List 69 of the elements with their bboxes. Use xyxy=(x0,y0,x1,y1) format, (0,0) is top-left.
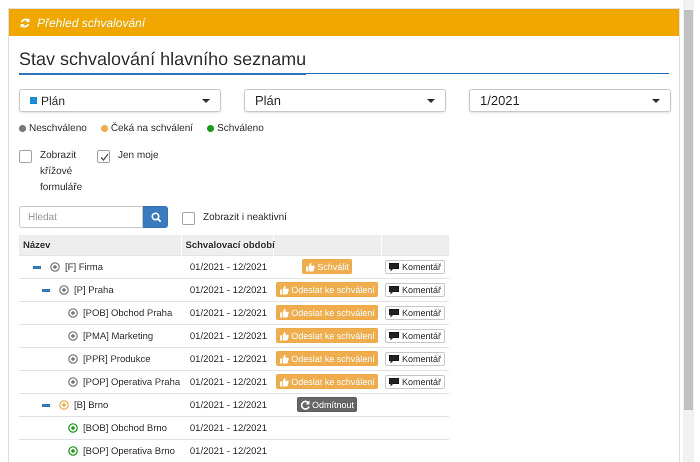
table-cell: 01/2021 - 12/2021 xyxy=(181,256,273,278)
thumbs-up-icon xyxy=(305,262,316,272)
table-cell: 01/2021 - 12/2021 xyxy=(181,278,273,302)
dropdown[interactable]: Plán xyxy=(19,89,221,112)
search-button[interactable] xyxy=(143,206,168,228)
node-name[interactable]: [P] Praha xyxy=(74,284,114,296)
node-name[interactable]: [F] Firma xyxy=(65,262,103,272)
thumbs-up-icon xyxy=(279,308,290,318)
speech-bubble-icon xyxy=(388,330,399,340)
node-name[interactable]: [PPR] Produkce xyxy=(83,354,151,364)
table-cell: 01/2021 - 12/2021 xyxy=(181,416,273,440)
comment-button[interactable]: Komentář xyxy=(384,282,446,296)
collapse-icon[interactable] xyxy=(42,288,50,292)
scrollbar[interactable] xyxy=(683,0,694,462)
table-cell: 01/2021 - 12/2021 xyxy=(181,302,273,324)
node-name[interactable]: [POB] Obchod Praha xyxy=(83,308,172,318)
caret-icon xyxy=(427,98,435,102)
checkbox[interactable] xyxy=(182,212,195,224)
collapse-icon[interactable] xyxy=(33,266,41,268)
speech-bubble-icon xyxy=(388,284,399,294)
refresh-icon xyxy=(300,400,310,410)
comment-button[interactable]: Komentář xyxy=(384,260,446,274)
legend-label: Čeká na schválení xyxy=(110,123,194,134)
checkbox[interactable] xyxy=(19,150,32,163)
caret-icon xyxy=(652,98,660,102)
dropdown-value: Plán xyxy=(255,93,282,108)
dropdown[interactable]: 1/2021 xyxy=(469,89,671,112)
dropdown-value: 1/2021 xyxy=(480,93,520,108)
search-icon xyxy=(150,212,160,222)
node-name[interactable]: [POP] Operativa Praha xyxy=(83,376,180,388)
checkbox[interactable] xyxy=(97,150,110,163)
refresh-icon xyxy=(19,16,31,28)
dropdown-value: Plán xyxy=(41,94,66,108)
checkbox-label: Zobrazit i neaktivní xyxy=(203,212,287,222)
thumbs-up-icon xyxy=(279,284,290,295)
speech-bubble-icon xyxy=(388,262,399,272)
page-heading: Stav schvalování hlavního seznamu xyxy=(19,48,306,75)
node-name[interactable]: [B] Brno xyxy=(74,400,108,410)
table-cell: 01/2021 - 12/2021 xyxy=(181,370,273,394)
node-name[interactable]: [BOP] Operativa Brno xyxy=(83,446,175,456)
table-cell: 01/2021 - 12/2021 xyxy=(181,324,273,348)
checkbox-label: Zobrazit křížové formuláře xyxy=(40,149,84,195)
thumbs-up-icon xyxy=(279,376,290,387)
comment-button[interactable]: Komentář xyxy=(384,374,446,388)
node-name[interactable]: [BOB] Obchod Brno xyxy=(83,422,167,434)
comment-button[interactable]: Komentář xyxy=(384,352,446,366)
reject-button[interactable]: Odmítnout xyxy=(296,397,358,412)
column-header: Schvalovací období xyxy=(181,235,273,256)
table-cell: 01/2021 - 12/2021 xyxy=(181,440,273,462)
legend-label: Neschváleno xyxy=(29,123,87,134)
thumbs-up-icon xyxy=(279,330,290,341)
comment-button[interactable]: Komentář xyxy=(384,328,446,342)
speech-bubble-icon xyxy=(388,308,399,318)
checkbox-label: Jen moje xyxy=(118,149,159,163)
caret-icon xyxy=(202,98,210,102)
table-cell: 01/2021 - 12/2021 xyxy=(181,394,273,416)
panel-title: Přehled schvalování xyxy=(37,16,146,30)
dropdown[interactable]: Plán xyxy=(244,89,446,112)
node-name[interactable]: [PMA] Marketing xyxy=(83,330,154,342)
legend-label: Schváleno xyxy=(217,123,264,134)
speech-bubble-icon xyxy=(388,376,399,386)
speech-bubble-icon xyxy=(388,354,399,364)
search-field[interactable]: Hledat xyxy=(19,206,143,228)
table-cell: 01/2021 - 12/2021 xyxy=(181,348,273,370)
thumbs-up-icon xyxy=(279,354,290,364)
scrollbar-thumb[interactable] xyxy=(684,10,693,410)
comment-button[interactable]: Komentář xyxy=(384,306,446,320)
collapse-icon[interactable] xyxy=(42,404,50,406)
column-header: Název xyxy=(19,235,181,256)
